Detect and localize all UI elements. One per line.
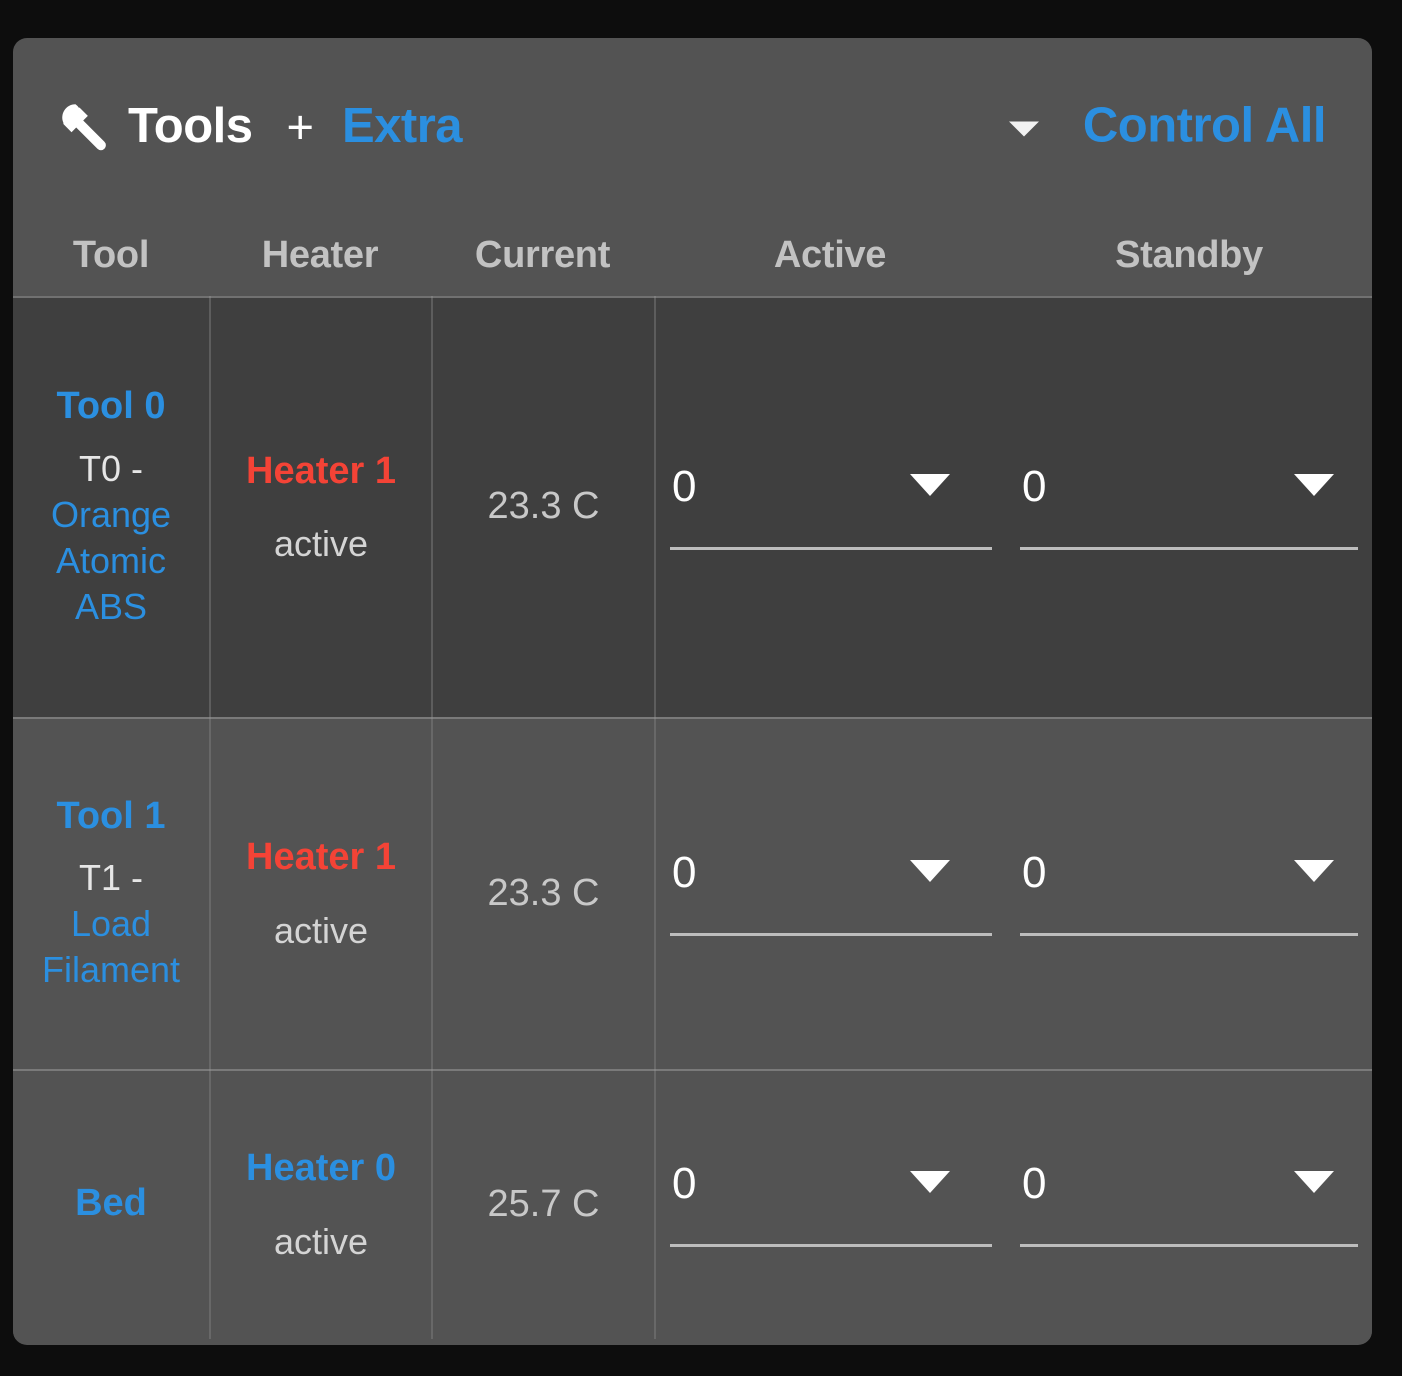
- standby-temp-value: 0: [1022, 1159, 1047, 1208]
- tool-description: T1 - Load Filament: [19, 855, 203, 993]
- chevron-down-icon[interactable]: [1008, 121, 1039, 136]
- wrench-icon: [62, 104, 106, 151]
- current-temp-cell: 23.3 C: [431, 717, 654, 1069]
- chevron-down-icon[interactable]: [1294, 860, 1334, 882]
- control-all-button[interactable]: Control All: [1083, 101, 1327, 151]
- heater-label: Heater 0: [246, 1147, 396, 1190]
- standby-temp-value: 0: [1022, 461, 1047, 511]
- active-temp-cell[interactable]: 0: [654, 717, 1006, 1069]
- heater-label: Heater 1: [246, 836, 396, 879]
- heater-state: active: [273, 909, 369, 951]
- tool-material[interactable]: Load Filament: [19, 901, 203, 993]
- chevron-down-icon[interactable]: [1294, 1171, 1334, 1193]
- standby-temp-input[interactable]: 0: [1020, 1159, 1358, 1247]
- tools-panel-card: Tools + Extra Control All Tool Heater Cu…: [13, 38, 1372, 1345]
- table-row: Tool 0 T0 - Orange Atomic ABS Heater 1 a…: [13, 296, 1372, 717]
- active-temp-value: 0: [672, 848, 697, 897]
- standby-temp-input[interactable]: 0: [1020, 848, 1358, 936]
- panel-header: Tools + Extra Control All: [13, 38, 1372, 214]
- tool-prefix: T0 -: [78, 447, 143, 489]
- tool-cell[interactable]: Bed: [13, 1069, 209, 1339]
- active-temp-cell[interactable]: 0: [654, 296, 1006, 717]
- chevron-down-icon[interactable]: [910, 860, 950, 882]
- column-header-active: Active: [773, 233, 887, 276]
- standby-temp-cell[interactable]: 0: [1006, 296, 1372, 717]
- control-all-group[interactable]: Control All: [1008, 101, 1327, 151]
- tool-material[interactable]: Orange Atomic ABS: [19, 492, 203, 630]
- extra-link[interactable]: Extra: [342, 101, 463, 151]
- standby-temp-cell[interactable]: 0: [1006, 717, 1372, 1069]
- table-row: Bed Heater 0 active 25.7 C 0 0: [13, 1069, 1372, 1339]
- active-temp-value: 0: [672, 1159, 697, 1208]
- active-temp-input[interactable]: 0: [670, 848, 992, 936]
- current-temperature: 23.3 C: [487, 485, 600, 527]
- heater-cell[interactable]: Heater 0 active: [209, 1069, 431, 1339]
- table-header-row: Tool Heater Current Active Standby: [13, 214, 1372, 296]
- column-header-current: Current: [474, 233, 611, 276]
- heater-cell[interactable]: Heater 1 active: [209, 717, 431, 1069]
- tool-name-label: Tool 0: [56, 385, 166, 428]
- heater-label: Heater 1: [246, 449, 396, 492]
- standby-temp-value: 0: [1022, 848, 1047, 897]
- bed-name-label: Bed: [75, 1182, 147, 1225]
- active-temp-value: 0: [672, 461, 697, 511]
- current-temperature: 23.3 C: [487, 871, 600, 914]
- panel-title: Tools: [128, 98, 253, 153]
- current-temp-cell: 23.3 C: [431, 296, 654, 717]
- active-temp-cell[interactable]: 0: [654, 1069, 1006, 1339]
- tool-cell[interactable]: Tool 0 T0 - Orange Atomic ABS: [13, 296, 209, 717]
- column-header-standby: Standby: [1115, 233, 1263, 276]
- chevron-down-icon[interactable]: [910, 1171, 950, 1193]
- active-temp-input[interactable]: 0: [670, 1159, 992, 1247]
- plus-icon: +: [286, 99, 314, 153]
- standby-temp-input[interactable]: 0: [1020, 461, 1358, 550]
- active-temp-input[interactable]: 0: [670, 461, 992, 550]
- current-temp-cell: 25.7 C: [431, 1069, 654, 1339]
- heater-state: active: [273, 523, 369, 565]
- tool-cell[interactable]: Tool 1 T1 - Load Filament: [13, 717, 209, 1069]
- tool-description: T0 - Orange Atomic ABS: [19, 446, 203, 630]
- column-header-heater: Heater: [261, 233, 379, 276]
- chevron-down-icon[interactable]: [910, 473, 950, 496]
- tool-name-label: Tool 1: [56, 794, 166, 837]
- heater-state: active: [273, 1220, 369, 1262]
- chevron-down-icon[interactable]: [1294, 473, 1334, 496]
- column-header-tool: Tool: [72, 233, 150, 276]
- current-temperature: 25.7 C: [487, 1182, 600, 1225]
- heater-cell[interactable]: Heater 1 active: [209, 296, 431, 717]
- standby-temp-cell[interactable]: 0: [1006, 1069, 1372, 1339]
- table-row: Tool 1 T1 - Load Filament Heater 1 activ…: [13, 717, 1372, 1069]
- tool-prefix: T1 -: [78, 857, 143, 899]
